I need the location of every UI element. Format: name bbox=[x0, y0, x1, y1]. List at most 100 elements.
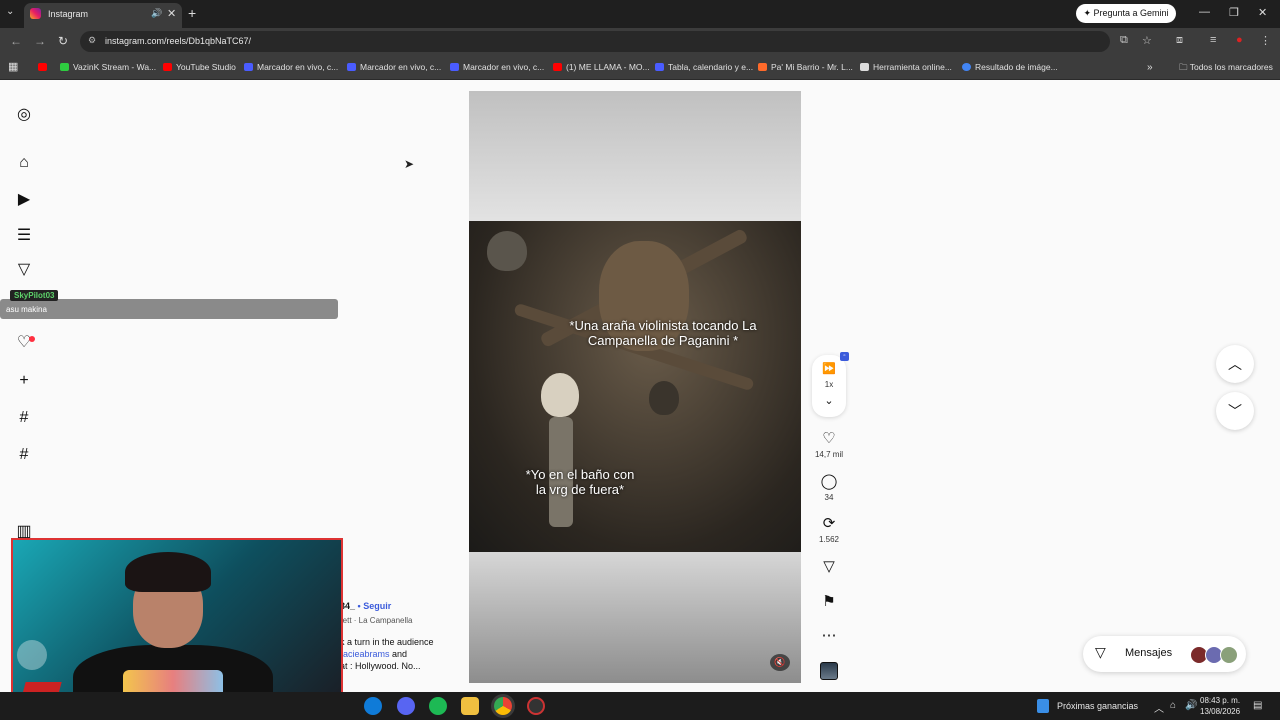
bookmark-item[interactable]: Pa' Mi Barrio - Mr. L... bbox=[758, 62, 853, 72]
system-clock[interactable]: 08:43 p. m. 13/08/2026 bbox=[1200, 695, 1240, 717]
media-control-icon[interactable]: ≡ bbox=[1210, 34, 1216, 46]
spotify-icon[interactable] bbox=[429, 697, 447, 715]
close-window-icon[interactable]: ✕ bbox=[1258, 6, 1267, 19]
clock-time: 08:43 p. m. bbox=[1200, 696, 1241, 705]
notification-center-icon[interactable]: ▤ bbox=[1253, 700, 1262, 711]
install-app-icon[interactable]: ⧉ bbox=[1120, 34, 1128, 47]
webcam-overlay bbox=[11, 538, 343, 717]
chat-message: asu makina bbox=[6, 305, 47, 314]
profile-icon[interactable]: ● bbox=[1236, 34, 1243, 46]
restore-icon[interactable]: ❐ bbox=[1229, 6, 1239, 19]
speed-label: 1x bbox=[824, 380, 834, 389]
send-icon: ▽ bbox=[823, 558, 835, 575]
hashtag-icon[interactable]: # bbox=[14, 408, 34, 428]
audio-thumbnail[interactable] bbox=[812, 662, 846, 680]
previous-reel-button[interactable]: ︿ bbox=[1216, 345, 1254, 383]
bookmark-item[interactable]: Herramienta online... bbox=[860, 62, 952, 72]
forward-icon[interactable]: → bbox=[34, 34, 46, 48]
like-count: 14,7 mil bbox=[814, 450, 843, 459]
share-button[interactable]: ▽ bbox=[812, 558, 846, 576]
more-button[interactable]: ⋯ bbox=[812, 627, 846, 645]
feed-filter-icon[interactable]: ☰ bbox=[14, 226, 34, 246]
apps-grid-icon[interactable]: ▦ bbox=[8, 60, 18, 73]
all-bookmarks-folder[interactable]: 🗀 Todos los marcadores bbox=[1179, 62, 1273, 76]
follow-link[interactable]: • Seguir bbox=[358, 601, 392, 611]
chrome-icon[interactable] bbox=[494, 697, 512, 715]
like-button[interactable]: ♡ 14,7 mil bbox=[812, 430, 846, 459]
site-info-icon[interactable]: ⚙ bbox=[88, 35, 96, 46]
speed-dropdown[interactable]: ⌄ bbox=[812, 392, 846, 410]
fast-forward-button[interactable]: ⏩ 1x bbox=[812, 360, 846, 389]
home-icon[interactable]: ⌂ bbox=[14, 153, 34, 173]
reels-icon[interactable]: ▶ bbox=[14, 190, 34, 210]
audio-info[interactable]: rett · La Campanella bbox=[340, 616, 412, 625]
menu-icon[interactable]: ⋮ bbox=[1260, 34, 1271, 47]
chevron-up-icon: ︿ bbox=[1228, 356, 1242, 372]
bookmark-item[interactable]: Tabla, calendario y e... bbox=[655, 62, 753, 72]
extensions-icon[interactable]: ⧈ bbox=[1176, 34, 1183, 47]
chevron-down-icon: ﹀ bbox=[1228, 403, 1242, 419]
bookmark-item[interactable]: Marcador en vivo, c... bbox=[244, 62, 338, 72]
minimize-icon[interactable]: — bbox=[1199, 6, 1210, 18]
bookmarks-bar: ▦ VazinK Stream - Wa... YouTube Studio M… bbox=[0, 55, 1280, 80]
post-description-line: k a turn in the audience bbox=[340, 637, 434, 647]
bookmark-item[interactable]: Marcador en vivo, c... bbox=[450, 62, 544, 72]
bookmark-item[interactable]: VazinK Stream - Wa... bbox=[60, 62, 156, 72]
tab-search-icon[interactable]: ⌄ bbox=[6, 6, 14, 17]
back-icon[interactable]: ← bbox=[10, 34, 22, 48]
create-icon[interactable]: + bbox=[14, 371, 34, 391]
heart-icon: ♡ bbox=[822, 430, 836, 447]
gemini-button[interactable]: ✦ Pregunta a Gemini bbox=[1076, 4, 1176, 23]
bookmark-item[interactable]: Marcador en vivo, c... bbox=[347, 62, 441, 72]
file-explorer-icon[interactable] bbox=[461, 697, 479, 715]
comment-icon: ◯ bbox=[820, 473, 838, 490]
tab-title: Instagram bbox=[48, 9, 89, 19]
tab-audio-icon[interactable]: 🔊 bbox=[151, 8, 162, 19]
instagram-logo-icon[interactable]: ◎ bbox=[14, 105, 34, 125]
mute-icon[interactable]: 🔇 bbox=[770, 654, 790, 671]
repost-button[interactable]: ⟳ 1.562 bbox=[812, 515, 846, 544]
tab-instagram[interactable]: Instagram 🔊 ✕ bbox=[24, 3, 182, 28]
gemini-label: Pregunta a Gemini bbox=[1093, 8, 1169, 18]
tab-close-icon[interactable]: ✕ bbox=[167, 7, 176, 20]
network-icon[interactable]: ⌂ bbox=[1170, 700, 1176, 711]
bookmark-item[interactable]: (1) ME LLAMA - MO... bbox=[553, 62, 650, 72]
stream-logo-icon bbox=[17, 640, 47, 670]
comment-button[interactable]: ◯ 34 bbox=[812, 473, 846, 502]
mention-link[interactable]: racieabrams bbox=[340, 649, 390, 659]
chat-username: SkyPilot03 bbox=[10, 290, 59, 301]
hashtag-icon[interactable]: # bbox=[14, 445, 34, 465]
bookmark-icon: ⚑ bbox=[822, 593, 836, 610]
tray-expand-icon[interactable]: ︿ bbox=[1154, 700, 1164, 715]
bookmark-star-icon[interactable]: ☆ bbox=[1142, 34, 1152, 47]
messages-button[interactable]: ▽ Mensajes bbox=[1083, 636, 1246, 672]
edge-icon[interactable] bbox=[364, 697, 382, 715]
discord-icon[interactable] bbox=[397, 697, 415, 715]
avatar bbox=[1220, 646, 1238, 664]
earnings-widget[interactable]: Próximas ganancias bbox=[1057, 701, 1138, 711]
new-tab-icon[interactable]: + bbox=[188, 5, 196, 21]
post-description-line: racieabrams and bbox=[340, 649, 408, 659]
mouse-cursor-icon: ➤ bbox=[404, 157, 415, 171]
direct-message-icon[interactable]: ▽ bbox=[14, 260, 34, 280]
more-bookmarks-icon[interactable]: » bbox=[1147, 62, 1153, 73]
bookmark-item[interactable]: YouTube Studio bbox=[163, 62, 236, 72]
reel-video[interactable] bbox=[469, 221, 801, 552]
post-description-line: at : Hollywood. No... bbox=[340, 661, 421, 671]
more-options-icon: ⋯ bbox=[821, 627, 837, 644]
fast-forward-icon: ⏩ bbox=[822, 363, 836, 375]
chat-overlay bbox=[0, 299, 338, 319]
url-text[interactable]: instagram.com/reels/Db1qbNaTC67/ bbox=[105, 36, 251, 46]
earnings-icon bbox=[1037, 699, 1049, 713]
bookmark-youtube-icon[interactable] bbox=[38, 62, 51, 72]
next-reel-button[interactable]: ﹀ bbox=[1216, 392, 1254, 430]
reload-icon[interactable]: ↻ bbox=[58, 34, 68, 48]
post-author[interactable]: 34_ • Seguir bbox=[340, 601, 391, 611]
obs-icon[interactable] bbox=[527, 697, 545, 715]
gemini-icon: ✦ bbox=[1083, 8, 1094, 18]
caption-bottom: *Yo en el baño con la vrg de fuera* bbox=[525, 467, 635, 497]
audio-thumbnail-image bbox=[820, 662, 838, 680]
volume-icon[interactable]: 🔊 bbox=[1185, 700, 1197, 711]
bookmark-item[interactable]: Resultado de imáge... bbox=[962, 62, 1058, 72]
save-button[interactable]: ⚑ bbox=[812, 593, 846, 611]
